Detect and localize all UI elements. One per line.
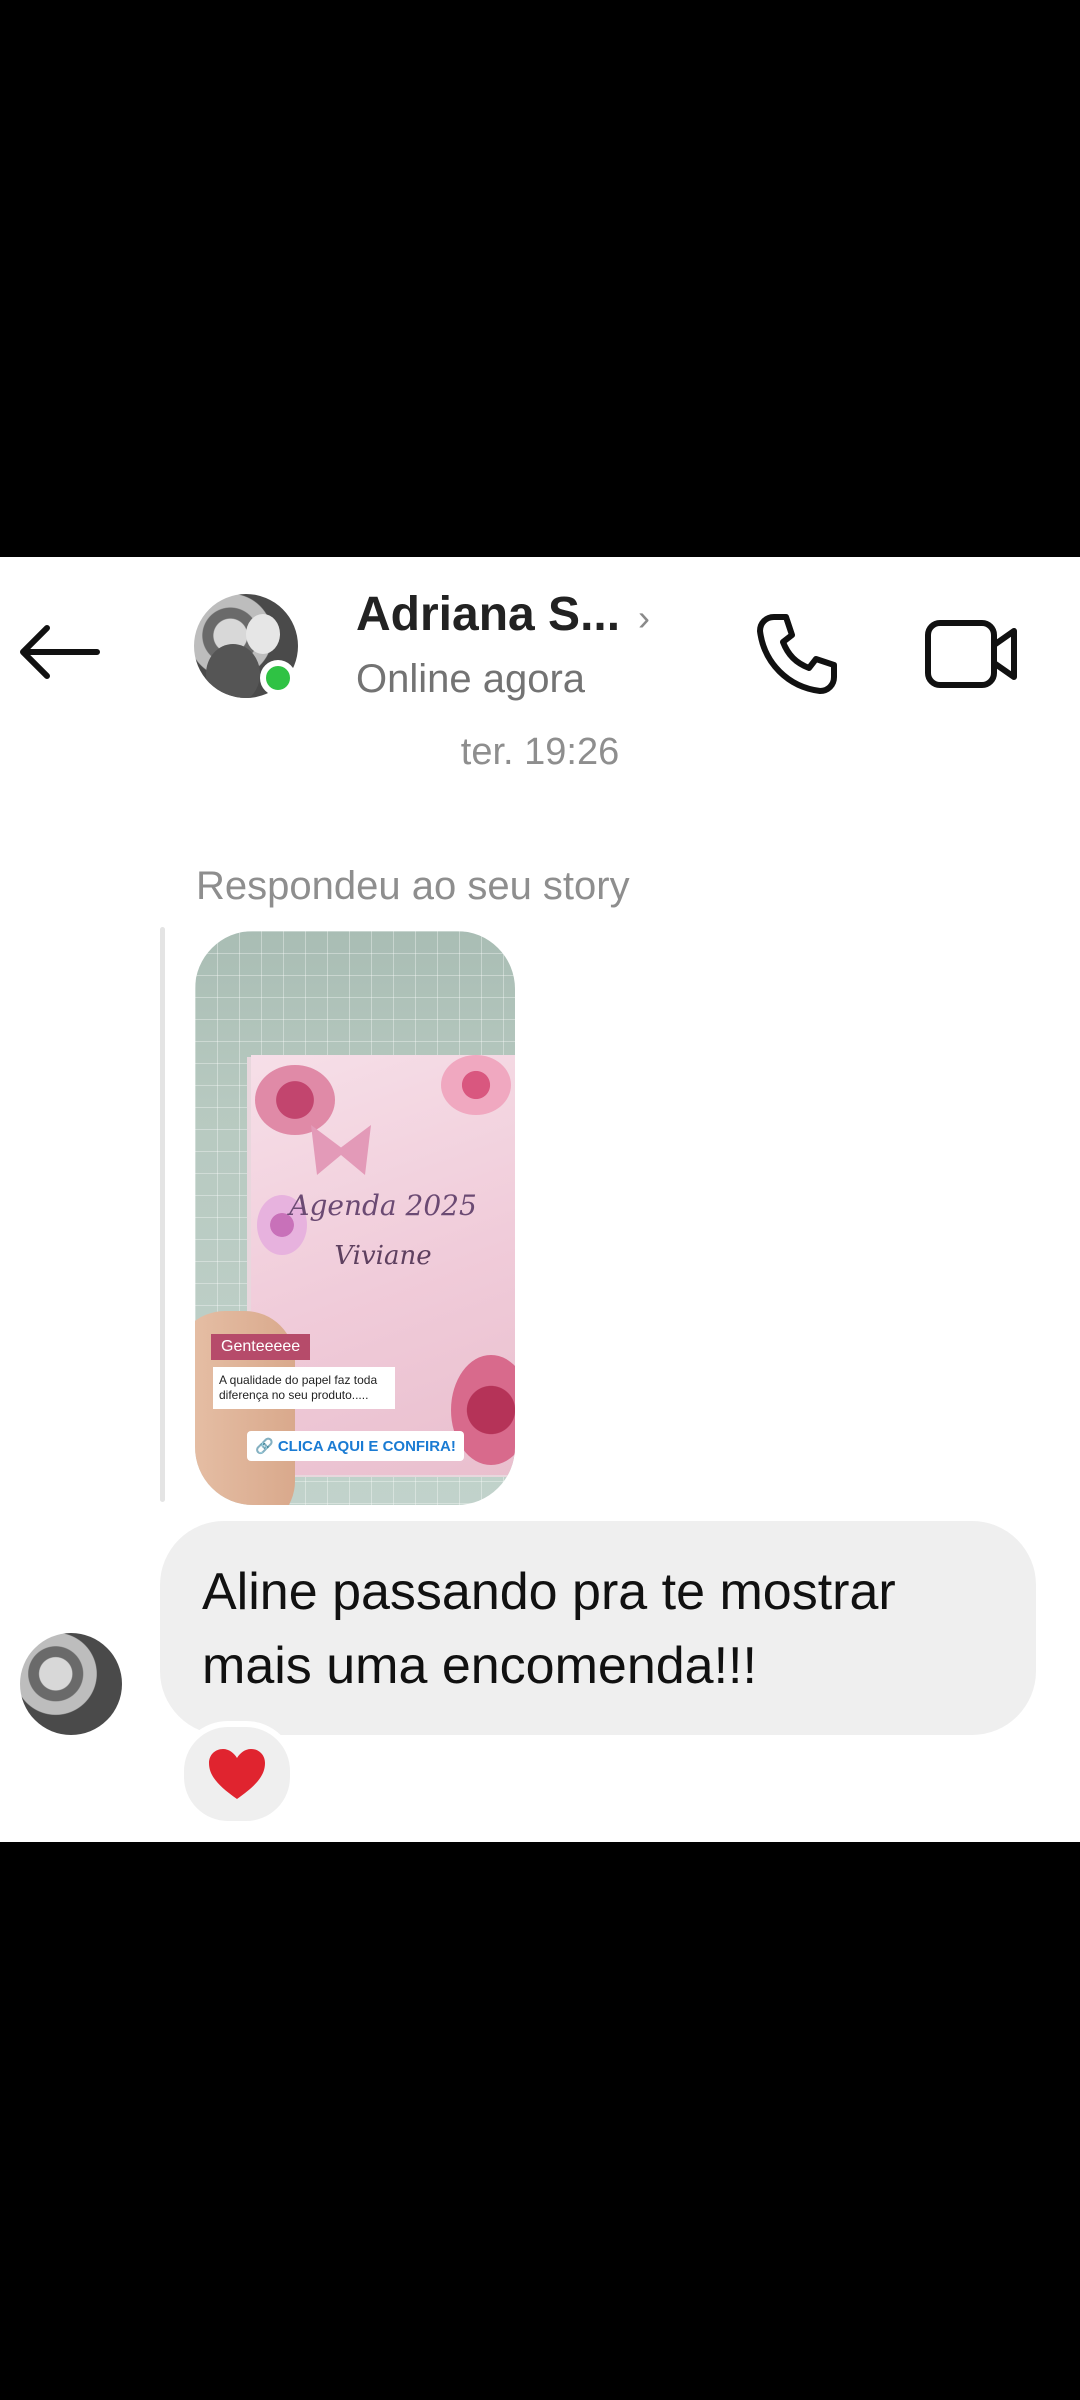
contact-avatar[interactable]	[194, 594, 298, 698]
message-bubble[interactable]: Aline passando pra te mostrar mais uma e…	[160, 1521, 1036, 1735]
chevron-right-icon[interactable]: ›	[638, 597, 650, 639]
book-title: Agenda 2025	[289, 1189, 477, 1222]
phone-icon	[757, 614, 837, 694]
reply-indicator-bar	[160, 927, 165, 1502]
story-caption-sticker: A qualidade do papel faz toda diferença …	[213, 1367, 395, 1409]
back-arrow-icon	[20, 625, 100, 679]
sender-avatar[interactable]	[20, 1633, 122, 1735]
chat-screen: Adriana S... › Online agora ter. 19:26 R…	[0, 557, 1080, 1842]
heart-reaction[interactable]	[178, 1721, 296, 1827]
video-camera-icon	[925, 620, 1017, 688]
book-owner-name: Viviane	[334, 1241, 432, 1271]
top-letterbox	[0, 0, 1080, 557]
back-button[interactable]	[14, 612, 104, 692]
heart-icon	[209, 1749, 265, 1799]
bottom-letterbox	[0, 1842, 1080, 2400]
message-timestamp: ter. 19:26	[460, 731, 620, 773]
voice-call-button[interactable]	[752, 609, 842, 699]
online-indicator	[260, 660, 296, 696]
contact-status: Online agora	[356, 657, 586, 701]
video-call-button[interactable]	[922, 609, 1022, 699]
rose-decoration	[441, 1055, 511, 1115]
story-link-sticker[interactable]: 🔗 CLICA AQUI E CONFIRA!	[247, 1431, 464, 1461]
butterfly-decoration	[311, 1125, 371, 1175]
story-tag-sticker: Genteeeee	[211, 1334, 311, 1360]
rose-decoration	[255, 1065, 335, 1135]
story-thumbnail[interactable]: Agenda 2025 Viviane Genteeeee A qualidad…	[195, 931, 515, 1505]
contact-name[interactable]: Adriana S...	[356, 587, 620, 642]
story-reply-label: Respondeu ao seu story	[196, 864, 630, 908]
